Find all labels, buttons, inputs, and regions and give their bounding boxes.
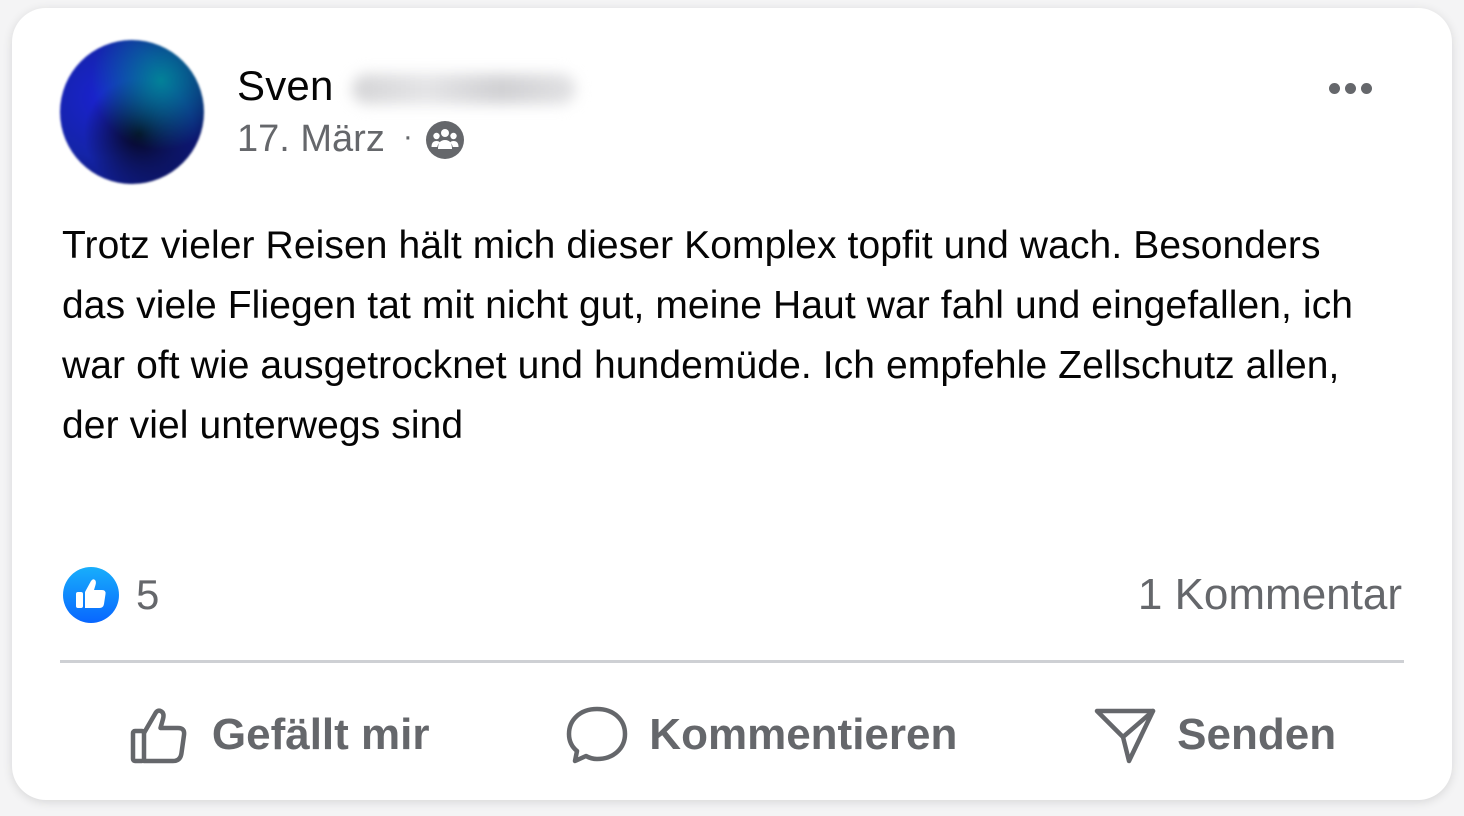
- send-button-label: Senden: [1177, 710, 1337, 759]
- reaction-count: 5: [136, 571, 160, 618]
- like-reaction-icon: [63, 567, 119, 623]
- more-options-icon[interactable]: [1318, 70, 1382, 106]
- thumbs-up-icon: [130, 708, 187, 764]
- send-button[interactable]: Senden: [1093, 703, 1336, 767]
- comment-count[interactable]: 1 Kommentar: [1138, 570, 1402, 620]
- like-button[interactable]: Gefällt mir: [128, 703, 430, 767]
- action-bar: Gefällt mir Kommentieren Senden: [60, 690, 1404, 780]
- post-text: Trotz vieler Reisen hält mich dieser Kom…: [62, 224, 1354, 447]
- like-button-label: Gefällt mir: [211, 710, 430, 759]
- reaction-summary[interactable]: 5: [62, 566, 159, 624]
- divider: [60, 660, 1404, 663]
- post-date[interactable]: 17. März: [237, 118, 385, 161]
- avatar[interactable]: [60, 40, 204, 184]
- author-name[interactable]: Sven: [237, 62, 334, 110]
- comment-button[interactable]: Kommentieren: [565, 703, 957, 767]
- post-header: Sven: [237, 62, 576, 110]
- send-icon: [1094, 708, 1156, 764]
- author-surname-redacted: [351, 74, 576, 104]
- comment-bubble-icon: [567, 706, 628, 764]
- comment-button-label: Kommentieren: [649, 710, 958, 759]
- friends-icon[interactable]: [425, 120, 465, 160]
- meta-separator: ·: [402, 119, 413, 153]
- post-card: Sven 17. März · Trotz vieler Reisen hält…: [12, 8, 1452, 800]
- post-meta: 17. März ·: [237, 118, 465, 161]
